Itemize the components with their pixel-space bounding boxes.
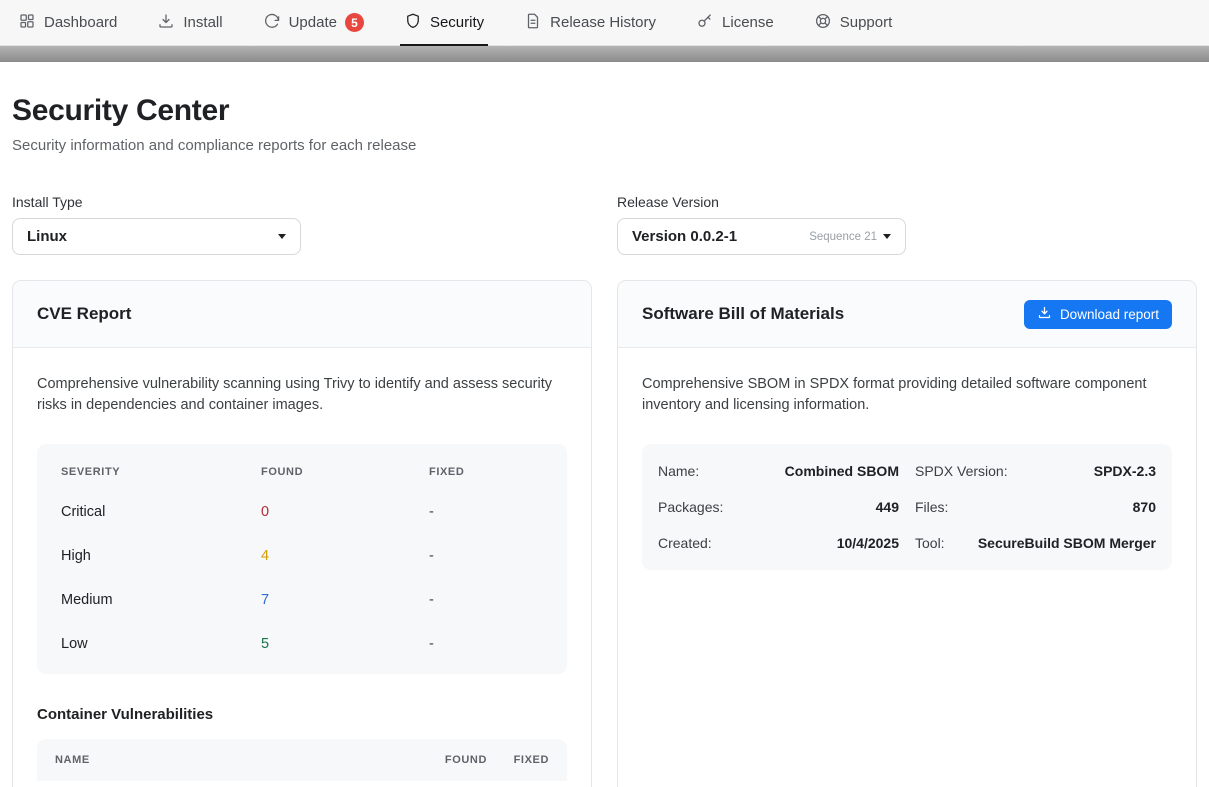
info-label: Files: xyxy=(915,499,948,515)
sbom-info-created: Created: 10/4/2025 xyxy=(658,525,899,561)
cve-description: Comprehensive vulnerability scanning usi… xyxy=(37,374,567,417)
download-report-button[interactable]: Download report xyxy=(1024,300,1172,329)
nav-item-label: License xyxy=(722,14,774,31)
release-version-field: Release Version Version 0.0.2-1 Sequence… xyxy=(617,194,1197,255)
info-label: Packages: xyxy=(658,499,723,515)
fixed-count: - xyxy=(429,504,567,520)
sbom-card-body: Comprehensive SBOM in SPDX format provid… xyxy=(618,348,1196,594)
nav-item-label: Dashboard xyxy=(44,14,117,31)
table-row: High 4 - xyxy=(37,534,567,578)
shield-icon xyxy=(404,12,422,34)
release-version-label: Release Version xyxy=(617,194,1197,210)
lifebuoy-icon xyxy=(814,12,832,34)
info-value: Combined SBOM xyxy=(785,463,899,479)
table-row: Low 5 - xyxy=(37,622,567,666)
fixed-count: - xyxy=(429,636,567,652)
nav-item-install[interactable]: Install xyxy=(157,0,222,46)
info-label: Name: xyxy=(658,463,699,479)
sbom-info-files: Files: 870 xyxy=(915,489,1156,525)
download-icon xyxy=(1037,305,1052,323)
install-type-select[interactable]: Linux xyxy=(12,218,301,255)
nav-item-label: Install xyxy=(183,14,222,31)
info-value: SPDX-2.3 xyxy=(1094,463,1156,479)
top-nav: Dashboard Install Update 5 Security Rele… xyxy=(0,0,1209,46)
column-header-severity: SEVERITY xyxy=(61,466,261,478)
found-count: 5 xyxy=(261,636,429,652)
info-value: 449 xyxy=(876,499,899,515)
info-value: SecureBuild SBOM Merger xyxy=(978,535,1156,551)
severity-table-header: SEVERITY FOUND FIXED xyxy=(37,450,567,490)
severity-table: SEVERITY FOUND FIXED Critical 0 - High 4… xyxy=(37,444,567,674)
severity-name: High xyxy=(61,548,261,564)
info-label: Tool: xyxy=(915,535,945,551)
container-vulnerabilities-title: Container Vulnerabilities xyxy=(37,706,567,723)
refresh-icon xyxy=(263,12,281,34)
nav-item-security[interactable]: Security xyxy=(404,0,484,46)
sbom-info-grid: Name: Combined SBOM SPDX Version: SPDX-2… xyxy=(642,444,1172,570)
install-type-value: Linux xyxy=(27,228,67,245)
nav-item-update[interactable]: Update 5 xyxy=(263,0,364,46)
column-header-name: NAME xyxy=(55,754,425,766)
info-value: 870 xyxy=(1133,499,1156,515)
download-report-label: Download report xyxy=(1060,307,1159,322)
filters-row: Install Type Linux Release Version Versi… xyxy=(12,194,1197,255)
nav-item-support[interactable]: Support xyxy=(814,0,893,46)
release-version-value: Version 0.0.2-1 xyxy=(632,228,737,245)
scroll-shadow-divider xyxy=(0,46,1209,62)
nav-item-label: Update xyxy=(289,14,337,31)
table-row: Critical 0 - xyxy=(37,490,567,534)
sbom-card-title: Software Bill of Materials xyxy=(642,304,844,324)
column-header-fixed: FIXED xyxy=(429,466,567,478)
install-type-label: Install Type xyxy=(12,194,592,210)
sbom-card-header: Software Bill of Materials Download repo… xyxy=(618,281,1196,348)
sbom-info-name: Name: Combined SBOM xyxy=(658,453,899,489)
sbom-description: Comprehensive SBOM in SPDX format provid… xyxy=(642,374,1172,417)
column-header-found: FOUND xyxy=(261,466,429,478)
fixed-count: - xyxy=(429,548,567,564)
nav-item-label: Security xyxy=(430,14,484,31)
cve-card-header: CVE Report xyxy=(13,281,591,348)
sbom-card: Software Bill of Materials Download repo… xyxy=(617,280,1197,787)
severity-name: Critical xyxy=(61,504,261,520)
install-type-field: Install Type Linux xyxy=(12,194,592,255)
sbom-info-spdx-version: SPDX Version: SPDX-2.3 xyxy=(915,453,1156,489)
severity-name: Low xyxy=(61,636,261,652)
fixed-count: - xyxy=(429,592,567,608)
column-header-fixed: FIXED xyxy=(487,754,549,766)
severity-name: Medium xyxy=(61,592,261,608)
nav-item-license[interactable]: License xyxy=(696,0,774,46)
sbom-info-packages: Packages: 449 xyxy=(658,489,899,525)
page-subtitle: Security information and compliance repo… xyxy=(12,137,1197,154)
nav-item-release-history[interactable]: Release History xyxy=(524,0,656,46)
nav-item-label: Release History xyxy=(550,14,656,31)
cve-report-card: CVE Report Comprehensive vulnerability s… xyxy=(12,280,592,787)
info-value: 10/4/2025 xyxy=(837,535,899,551)
chevron-down-icon xyxy=(278,234,286,239)
found-count: 0 xyxy=(261,504,429,520)
nav-item-dashboard[interactable]: Dashboard xyxy=(18,0,117,46)
document-icon xyxy=(524,12,542,34)
sbom-info-tool: Tool: SecureBuild SBOM Merger xyxy=(915,525,1156,561)
info-label: SPDX Version: xyxy=(915,463,1008,479)
found-count: 4 xyxy=(261,548,429,564)
container-vulnerabilities-table-header: NAME FOUND FIXED xyxy=(37,739,567,781)
found-count: 7 xyxy=(261,592,429,608)
page-title: Security Center xyxy=(12,94,1197,128)
chevron-down-icon xyxy=(883,234,891,239)
cve-card-title: CVE Report xyxy=(37,304,131,324)
grid-icon xyxy=(18,12,36,34)
table-row: Medium 7 - xyxy=(37,578,567,622)
download-icon xyxy=(157,12,175,34)
key-icon xyxy=(696,12,714,34)
sequence-label: Sequence 21 xyxy=(809,231,877,243)
nav-item-label: Support xyxy=(840,14,893,31)
release-version-select[interactable]: Version 0.0.2-1 Sequence 21 xyxy=(617,218,906,255)
main-content: Security Center Security information and… xyxy=(0,94,1209,787)
cve-card-body: Comprehensive vulnerability scanning usi… xyxy=(13,348,591,787)
column-header-found: FOUND xyxy=(425,754,487,766)
info-label: Created: xyxy=(658,535,712,551)
report-cards-row: CVE Report Comprehensive vulnerability s… xyxy=(12,280,1197,787)
update-count-badge: 5 xyxy=(345,13,364,32)
